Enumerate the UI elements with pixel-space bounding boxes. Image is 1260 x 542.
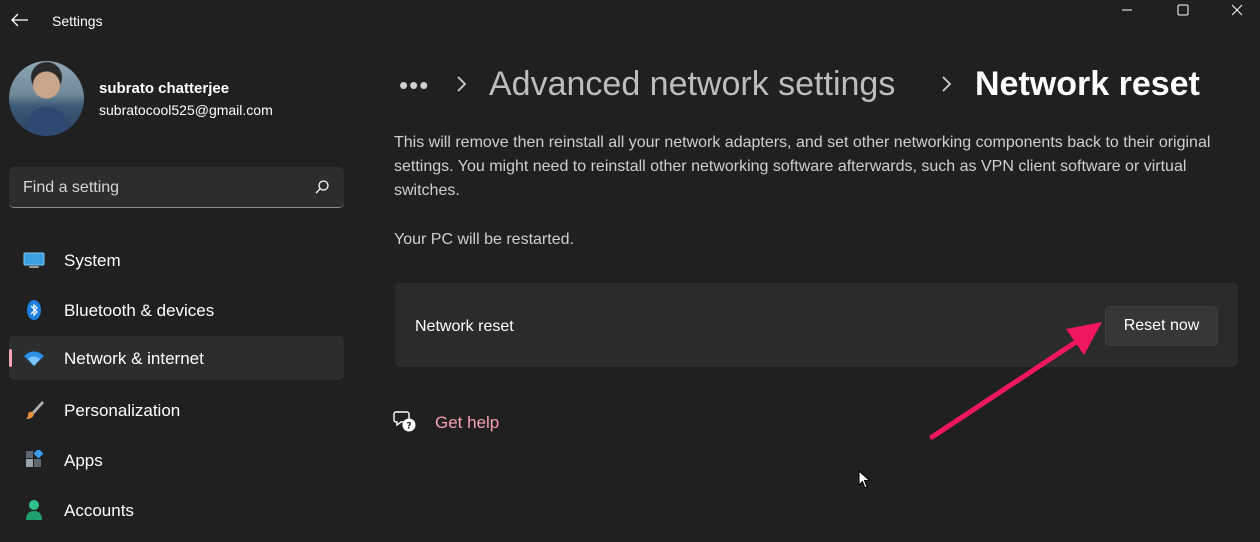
sidebar-item-label: Network & internet <box>64 349 204 368</box>
search-input[interactable]: Find a setting <box>9 167 344 208</box>
sidebar-item-network[interactable]: Network & internet <box>9 336 344 380</box>
search-icon[interactable] <box>314 179 330 195</box>
wifi-icon <box>24 351 44 366</box>
sidebar-item-label: Bluetooth & devices <box>64 301 215 320</box>
back-arrow-icon <box>11 13 28 27</box>
maximize-icon <box>1177 4 1189 16</box>
user-name: subrato chatterjee <box>99 80 230 97</box>
close-icon <box>1231 4 1243 16</box>
apps-icon <box>26 450 44 467</box>
sidebar-item-label: Apps <box>64 451 103 470</box>
sidebar-item-apps[interactable]: Apps <box>9 438 344 482</box>
svg-text:?: ? <box>406 422 411 432</box>
chevron-right-icon <box>942 76 952 92</box>
breadcrumb-overflow-button[interactable]: ••• <box>399 70 429 101</box>
sidebar-item-personalization[interactable]: Personalization <box>9 388 344 432</box>
person-icon <box>26 500 42 520</box>
title-bar: Settings <box>0 0 1260 40</box>
brush-icon <box>26 401 44 419</box>
sidebar-item-system[interactable]: System <box>9 238 344 282</box>
bluetooth-icon <box>27 300 41 320</box>
back-button[interactable] <box>8 6 32 34</box>
description-text: This will remove then reinstall all your… <box>394 134 1211 199</box>
breadcrumb-parent-link[interactable]: Advanced network settings <box>489 65 895 104</box>
get-help-link[interactable]: Get help <box>435 413 499 433</box>
page-title: Network reset <box>975 65 1200 103</box>
app-title: Settings <box>52 13 103 29</box>
minimize-button[interactable] <box>1104 0 1150 20</box>
help-icon[interactable]: ? <box>393 409 417 433</box>
search-placeholder: Find a setting <box>23 179 120 196</box>
chevron-right-icon <box>457 76 467 92</box>
user-email: subratocool525@gmail.com <box>99 102 273 118</box>
avatar[interactable] <box>9 61 84 136</box>
sidebar-item-accounts[interactable]: Accounts <box>9 488 344 532</box>
monitor-icon <box>23 252 45 268</box>
close-button[interactable] <box>1214 0 1260 20</box>
reset-now-button[interactable]: Reset now <box>1105 306 1218 346</box>
maximize-button[interactable] <box>1160 0 1206 20</box>
network-reset-card: Network reset Reset now <box>395 283 1238 367</box>
sidebar-item-label: Accounts <box>64 501 134 520</box>
sidebar-item-label: Personalization <box>64 401 181 420</box>
card-label: Network reset <box>415 318 514 335</box>
restart-note: Your PC will be restarted. <box>394 231 574 248</box>
sidebar-item-label: System <box>64 251 121 270</box>
sidebar-item-bluetooth[interactable]: Bluetooth & devices <box>9 288 344 332</box>
minimize-icon <box>1122 9 1132 11</box>
mouse-cursor-icon <box>858 470 871 489</box>
active-indicator <box>9 349 12 367</box>
